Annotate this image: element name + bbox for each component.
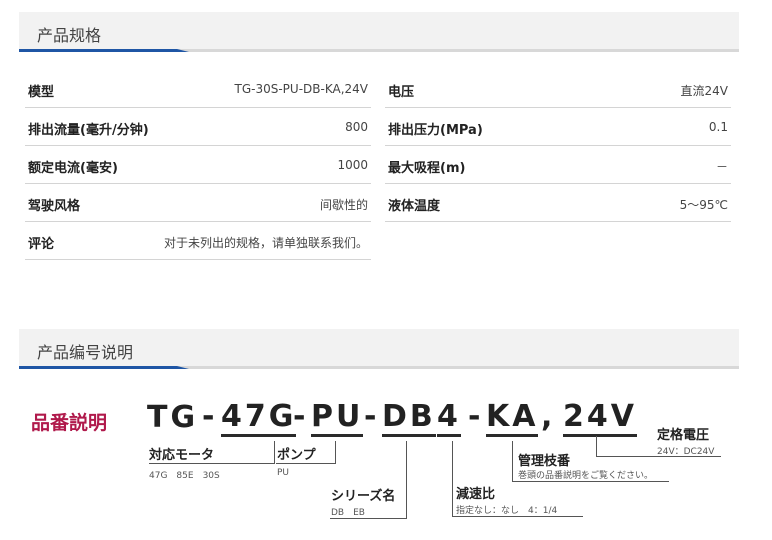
- spec-value: 0.1: [708, 120, 728, 134]
- spec-row: 额定电流(毫安) 1000: [25, 146, 371, 184]
- code-separator: -: [468, 399, 481, 434]
- connector-line: [276, 463, 336, 464]
- spec-row: 模型 TG-30S-PU-DB-KA,24V: [25, 70, 371, 108]
- code-segment-mgmt: KA: [486, 400, 539, 437]
- code-separator: -: [364, 399, 377, 434]
- connector-line: [512, 481, 669, 482]
- section-accent-bar: [19, 49, 189, 52]
- connector-line: [452, 516, 583, 517]
- spec-label: 液体温度: [388, 199, 441, 214]
- spec-label: 排出压力(MPa): [388, 123, 483, 138]
- section-header-part-number: 产品编号说明: [19, 329, 739, 369]
- spec-label: 模型: [28, 85, 55, 100]
- caption-pump-title: ポンプ: [277, 448, 316, 463]
- spec-value: 间歇性的: [319, 198, 368, 212]
- connector-line: [335, 441, 336, 464]
- code-segment-voltage: 24V: [563, 400, 637, 437]
- caption-pump-sub: PU: [277, 468, 290, 478]
- spec-label: 评论: [28, 237, 55, 252]
- part-number-diagram: 品番説明 TG - 47G - PU - DB 4 - KA , 24V 対応モ…: [0, 380, 772, 540]
- caption-ratio-sub: 指定なし：なし 4：1/4: [456, 506, 558, 516]
- section-header-specs: 产品规格: [19, 12, 739, 52]
- caption-series-sub: DB EB: [331, 508, 365, 518]
- spec-value: 对于未列出的规格，请单独联系我们。: [163, 236, 368, 250]
- code-separator: -: [202, 399, 215, 434]
- spec-value: 800: [345, 120, 368, 134]
- spec-row: 驾驶风格 间歇性的: [25, 184, 371, 222]
- code-separator: -: [293, 399, 306, 434]
- spec-row: 最大吸程(m) －: [385, 146, 731, 184]
- connector-line: [512, 441, 513, 482]
- spec-row: 电压 直流24V: [385, 70, 731, 108]
- caption-motor-sub: 47G 85E 30S: [149, 471, 220, 481]
- code-segment-motor: 47G: [221, 400, 297, 437]
- spec-value: 1000: [337, 158, 368, 172]
- code-segment-tg: TG: [147, 400, 199, 435]
- spec-row: 评论 对于未列出的规格，请单独联系我们。: [25, 222, 371, 260]
- caption-motor-title: 対応モータ: [149, 448, 215, 463]
- part-number-title: 品番説明: [31, 412, 108, 434]
- connector-line: [596, 436, 597, 457]
- spec-label: 最大吸程(m): [388, 161, 466, 176]
- spec-row: 排出压力(MPa) 0.1: [385, 108, 731, 146]
- caption-mgmt-title: 管理枝番: [518, 454, 571, 469]
- code-segment-ratio: 4: [437, 400, 461, 437]
- spec-label: 额定电流(毫安): [28, 161, 118, 176]
- spec-value: 5～95℃: [679, 198, 728, 212]
- spec-label: 电压: [388, 85, 415, 100]
- caption-ratio-title: 減速比: [456, 487, 496, 502]
- caption-mgmt-sub: 巻頭の品番説明をご覧ください。: [518, 471, 654, 481]
- spec-label: 排出流量(毫升/分钟): [28, 123, 149, 138]
- code-segment-series: DB: [382, 400, 436, 437]
- caption-voltage-title: 定格電圧: [657, 428, 710, 443]
- spec-value: 直流24V: [680, 84, 728, 98]
- connector-line: [149, 463, 275, 464]
- connector-line: [274, 441, 275, 464]
- connector-line: [452, 441, 453, 517]
- section-accent-bar: [19, 366, 189, 369]
- connector-line: [330, 518, 407, 519]
- caption-voltage-sub: 24V：DC24V: [657, 447, 715, 457]
- spec-row: 排出流量(毫升/分钟) 800: [25, 108, 371, 146]
- section-title: 产品规格: [37, 26, 102, 45]
- spec-value: －: [715, 160, 728, 174]
- spec-row: 液体温度 5～95℃: [385, 184, 731, 222]
- caption-series-title: シリーズ名: [331, 489, 396, 504]
- section-title: 产品编号说明: [37, 343, 134, 362]
- spec-label: 驾驶风格: [28, 199, 81, 214]
- code-segment-pump: PU: [311, 400, 364, 437]
- connector-line: [406, 441, 407, 519]
- spec-value: TG-30S-PU-DB-KA,24V: [234, 82, 369, 96]
- code-separator: ,: [541, 399, 553, 434]
